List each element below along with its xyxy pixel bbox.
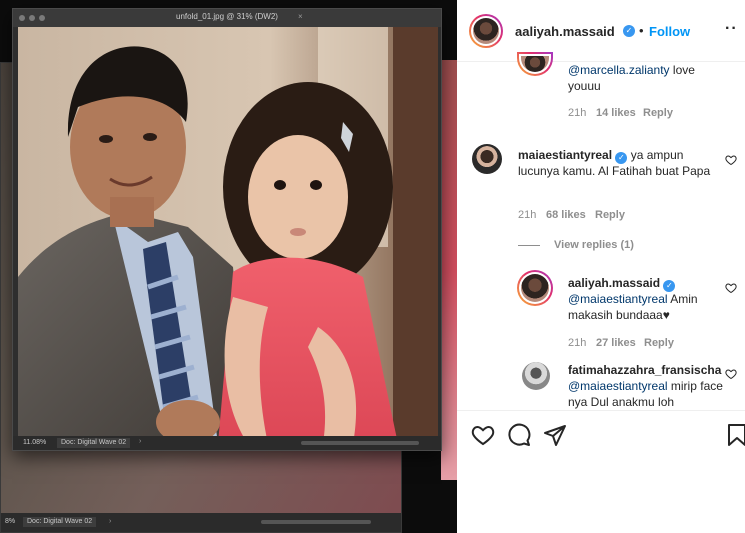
reply-likes[interactable]: 27 likes (596, 337, 636, 349)
reply-username[interactable]: fatimahazzahra_fransischa (568, 363, 721, 377)
author-username[interactable]: aaliyah.massaid (515, 24, 615, 39)
view-replies-line (518, 245, 540, 246)
reply-mention[interactable]: @maiaestiantyreal (568, 292, 668, 306)
reply-button[interactable]: Reply (644, 337, 674, 349)
heart-icon[interactable] (471, 423, 495, 447)
reply-avatar-aaliyah[interactable] (517, 270, 553, 306)
header-separator: • (639, 23, 644, 38)
comment-text: @marcella.zalianty love youuu (568, 62, 728, 94)
reply-button[interactable]: Reply (595, 209, 625, 221)
comment-likes[interactable]: 68 likes (546, 209, 586, 221)
comment-time: 21h (568, 107, 587, 119)
follow-button[interactable]: Follow (649, 24, 690, 39)
reply-text: fatimahazzahra_fransischa @maiaestiantyr… (568, 362, 733, 410)
verified-icon: ✓ (663, 280, 676, 292)
doc-info-label: Doc: Digital Wave 02 (57, 438, 131, 448)
comment-likes[interactable]: 14 likes (596, 107, 636, 119)
reply-button[interactable]: Reply (643, 107, 673, 119)
background-doc-label: Doc: Digital Wave 02 (23, 517, 97, 527)
reply-text: aaliyah.massaid ✓ @maiaestiantyreal Amin… (568, 275, 733, 323)
like-reply-heart-icon[interactable] (725, 282, 737, 294)
tab-close-icon[interactable]: × (298, 12, 303, 21)
background-scrollbar[interactable] (261, 520, 371, 524)
background-doc-arrow: › (109, 518, 112, 525)
comment-icon[interactable] (507, 423, 531, 447)
comment-time: 21h (518, 209, 537, 221)
background-zoom-readout: 8% (5, 518, 16, 525)
reply-avatar-fatimah[interactable] (522, 362, 550, 390)
editor-window: unfold_01.jpg @ 31% (DW2) × 11.08% Doc: … (12, 8, 442, 451)
author-avatar[interactable] (469, 14, 503, 48)
post-action-bar (457, 410, 745, 533)
editor-window-title: unfold_01.jpg @ 31% (DW2) (176, 12, 278, 21)
photo-illustration (18, 27, 438, 444)
editor-status-bar: 11.08% Doc: Digital Wave 02 › (13, 436, 441, 450)
like-reply-heart-icon[interactable] (725, 368, 737, 380)
post-media[interactable]: 8% Doc: Digital Wave 02 › unfold_01.jpg … (0, 0, 457, 533)
post-header: aaliyah.massaid ✓ • Follow ·· (457, 0, 745, 62)
instagram-post-panel: aaliyah.massaid ✓ • Follow ·· @marcella.… (457, 0, 745, 533)
doc-info-arrow[interactable]: › (139, 438, 141, 445)
reply-time: 21h (568, 337, 587, 349)
reply-username[interactable]: aaliyah.massaid (568, 276, 660, 290)
comment-avatar-marcella[interactable] (517, 52, 553, 76)
like-comment-heart-icon[interactable] (725, 154, 737, 166)
more-options-icon[interactable]: ·· (725, 20, 738, 38)
share-icon[interactable] (543, 423, 567, 447)
verified-icon: ✓ (623, 25, 635, 37)
comment-username[interactable]: maiaestiantyreal (518, 148, 612, 162)
zoom-readout: 11.08% (23, 439, 47, 446)
horizontal-scrollbar[interactable] (301, 441, 419, 445)
comment-avatar-maia[interactable] (472, 144, 502, 174)
background-status-bar: 8% Doc: Digital Wave 02 › (1, 513, 401, 532)
editor-title-bar: unfold_01.jpg @ 31% (DW2) × (13, 9, 441, 27)
reply-mention[interactable]: @maiaestiantyreal (568, 379, 668, 393)
view-replies-button[interactable]: View replies (1) (554, 239, 634, 251)
comment-text: maiaestiantyreal ✓ ya ampun lucunya kamu… (518, 147, 723, 179)
photo-canvas (18, 27, 438, 444)
background-photo-edge (441, 60, 457, 480)
bookmark-icon[interactable] (727, 423, 745, 447)
verified-icon: ✓ (615, 152, 628, 164)
comment-mention[interactable]: @marcella.zalianty (568, 63, 670, 77)
